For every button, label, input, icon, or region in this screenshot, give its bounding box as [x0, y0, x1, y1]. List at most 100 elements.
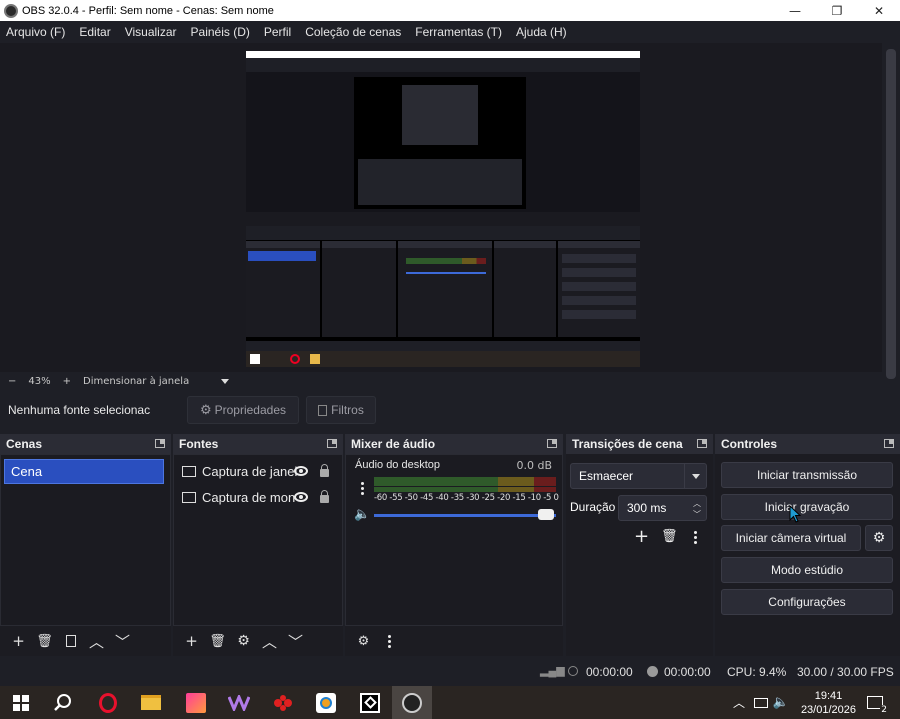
- menu-editar[interactable]: Editar: [79, 25, 110, 39]
- clock-date: 23/01/2026: [800, 704, 856, 716]
- scenes-toolbar: + 🗑 ︿ ﹀: [0, 626, 171, 656]
- minimize-button[interactable]: —: [774, 0, 816, 21]
- lock-icon[interactable]: [320, 464, 329, 477]
- gears-icon[interactable]: ⚙: [351, 631, 376, 651]
- menu-ajuda[interactable]: Ajuda (H): [516, 25, 567, 39]
- volume-slider-handle[interactable]: [538, 509, 554, 520]
- gear-icon[interactable]: ⚙: [231, 631, 256, 651]
- more-options-icon[interactable]: [377, 631, 402, 651]
- virtual-camera-gear-icon[interactable]: ⚙: [865, 525, 893, 551]
- record-status-icon: [647, 666, 658, 677]
- move-down-icon[interactable]: ﹀: [283, 631, 308, 651]
- mini-folder-icon: [310, 354, 320, 364]
- preview-scrollbar[interactable]: [882, 43, 900, 390]
- scrollbar-thumb[interactable]: [886, 49, 896, 379]
- add-icon[interactable]: +: [179, 631, 204, 651]
- more-options-icon[interactable]: [693, 530, 697, 545]
- eye-icon[interactable]: [294, 466, 308, 476]
- menu-ferramentas[interactable]: Ferramentas (T): [415, 25, 502, 39]
- zoom-in-button[interactable]: +: [63, 376, 71, 387]
- move-up-icon[interactable]: ︿: [257, 631, 282, 651]
- trash-icon[interactable]: 🗑: [32, 631, 57, 651]
- start-virtual-camera-button[interactable]: Iniciar câmera virtual: [721, 525, 861, 551]
- transitions-dock: Transições de cena Esmaecer Duração 300 …: [566, 434, 713, 656]
- transition-select[interactable]: Esmaecer: [570, 463, 707, 489]
- no-source-label: Nenhuma fonte selecionac: [8, 403, 151, 417]
- mini-btn-4: [562, 296, 636, 305]
- start-streaming-button[interactable]: Iniciar transmissão: [721, 462, 893, 488]
- zoom-out-button[interactable]: −: [8, 376, 16, 387]
- mini-mixer-dock: [398, 241, 492, 337]
- audio-meter-right: [374, 487, 556, 492]
- spin-up-icon[interactable]: ︿: [693, 498, 701, 509]
- duration-spinbox[interactable]: 300 ms ︿ ﹀: [618, 495, 707, 521]
- list-item[interactable]: Captura de janel: [182, 459, 342, 483]
- eye-icon[interactable]: [294, 492, 308, 502]
- undock-icon[interactable]: [547, 439, 557, 448]
- preview-area[interactable]: [0, 43, 882, 372]
- system-clock[interactable]: 19:41 23/01/2026: [801, 689, 856, 717]
- mini-zoombar: [246, 212, 640, 226]
- move-down-icon[interactable]: ﹀: [110, 631, 135, 651]
- settings-button[interactable]: Configurações: [721, 589, 893, 615]
- chevron-down-icon[interactable]: [684, 464, 706, 488]
- channel-level: 0.0 dB: [516, 459, 552, 472]
- eye-app-icon[interactable]: [313, 690, 339, 715]
- mini-sourcebar: [246, 226, 640, 240]
- opera-browser-icon[interactable]: [95, 690, 121, 715]
- properties-button[interactable]: ⚙ Propriedades: [187, 396, 299, 424]
- notification-icon[interactable]: 2: [862, 690, 888, 715]
- add-transition-icon[interactable]: +: [634, 526, 649, 547]
- scenes-list[interactable]: Cena: [0, 454, 171, 626]
- cpu-usage: CPU: 9.4%: [727, 665, 787, 679]
- start-recording-button[interactable]: Iniciar gravação: [721, 494, 893, 520]
- scenes-dock-header: Cenas: [0, 434, 171, 454]
- red-app-icon[interactable]: [270, 690, 296, 715]
- undock-icon[interactable]: [327, 439, 337, 448]
- maximize-button[interactable]: ❐: [816, 0, 858, 21]
- menu-visualizar[interactable]: Visualizar: [125, 25, 177, 39]
- volume-icon[interactable]: 🔈: [768, 690, 794, 715]
- controls-dock: Controles Iniciar transmissão Iniciar gr…: [715, 434, 900, 656]
- vegas-icon[interactable]: [226, 690, 252, 715]
- undock-icon[interactable]: [697, 439, 707, 448]
- window-title: OBS 32.0.4 - Perfil: Sem nome - Cenas: S…: [22, 4, 274, 17]
- capcut-icon[interactable]: [357, 690, 383, 715]
- undock-icon[interactable]: [155, 439, 165, 448]
- scale-mode-label[interactable]: Dimensionar à janela: [83, 376, 189, 387]
- preview-canvas[interactable]: [246, 51, 640, 367]
- more-options-icon[interactable]: [360, 481, 364, 496]
- scene-item[interactable]: Cena: [4, 459, 164, 484]
- spin-down-icon[interactable]: ﹀: [693, 509, 701, 520]
- trash-icon[interactable]: 🗑: [205, 631, 230, 651]
- photoshop-icon[interactable]: [183, 690, 209, 715]
- file-explorer-icon[interactable]: [138, 690, 164, 715]
- menu-arquivo[interactable]: Arquivo (F): [6, 25, 65, 39]
- filter-icon[interactable]: [58, 631, 83, 651]
- search-icon[interactable]: [50, 690, 76, 715]
- sources-list[interactable]: Captura de janel Captura de mon: [173, 454, 343, 626]
- channel-name: Áudio do desktop: [355, 459, 441, 471]
- filters-button[interactable]: Filtros: [306, 396, 376, 424]
- speaker-icon[interactable]: 🔈: [354, 507, 370, 522]
- studio-mode-button[interactable]: Modo estúdio: [721, 557, 893, 583]
- windows-start-icon[interactable]: [8, 690, 34, 715]
- menu-paineis[interactable]: Painéis (D): [191, 25, 250, 39]
- menu-perfil[interactable]: Perfil: [264, 25, 291, 39]
- menu-bar: Arquivo (F) Editar Visualizar Painéis (D…: [0, 21, 900, 43]
- trash-icon[interactable]: 🗑: [661, 529, 678, 544]
- properties-label: Propriedades: [214, 403, 287, 417]
- list-item[interactable]: Captura de mon: [182, 485, 342, 509]
- close-button[interactable]: ✕: [858, 0, 900, 21]
- obs-taskbar-icon[interactable]: [392, 686, 432, 719]
- mini-btn-5: [562, 310, 636, 319]
- lock-icon[interactable]: [320, 490, 329, 503]
- volume-slider[interactable]: [374, 514, 556, 517]
- status-bar: ▂▄▆ 00:00:00 00:00:00 CPU: 9.4% 30.00 / …: [0, 656, 900, 686]
- undock-icon[interactable]: [884, 439, 894, 448]
- duration-value: 300 ms: [627, 501, 667, 515]
- scale-mode-dropdown-icon[interactable]: [221, 378, 230, 384]
- move-up-icon[interactable]: ︿: [84, 631, 109, 651]
- menu-colecao-cenas[interactable]: Coleção de cenas: [305, 25, 401, 39]
- add-icon[interactable]: +: [6, 631, 31, 651]
